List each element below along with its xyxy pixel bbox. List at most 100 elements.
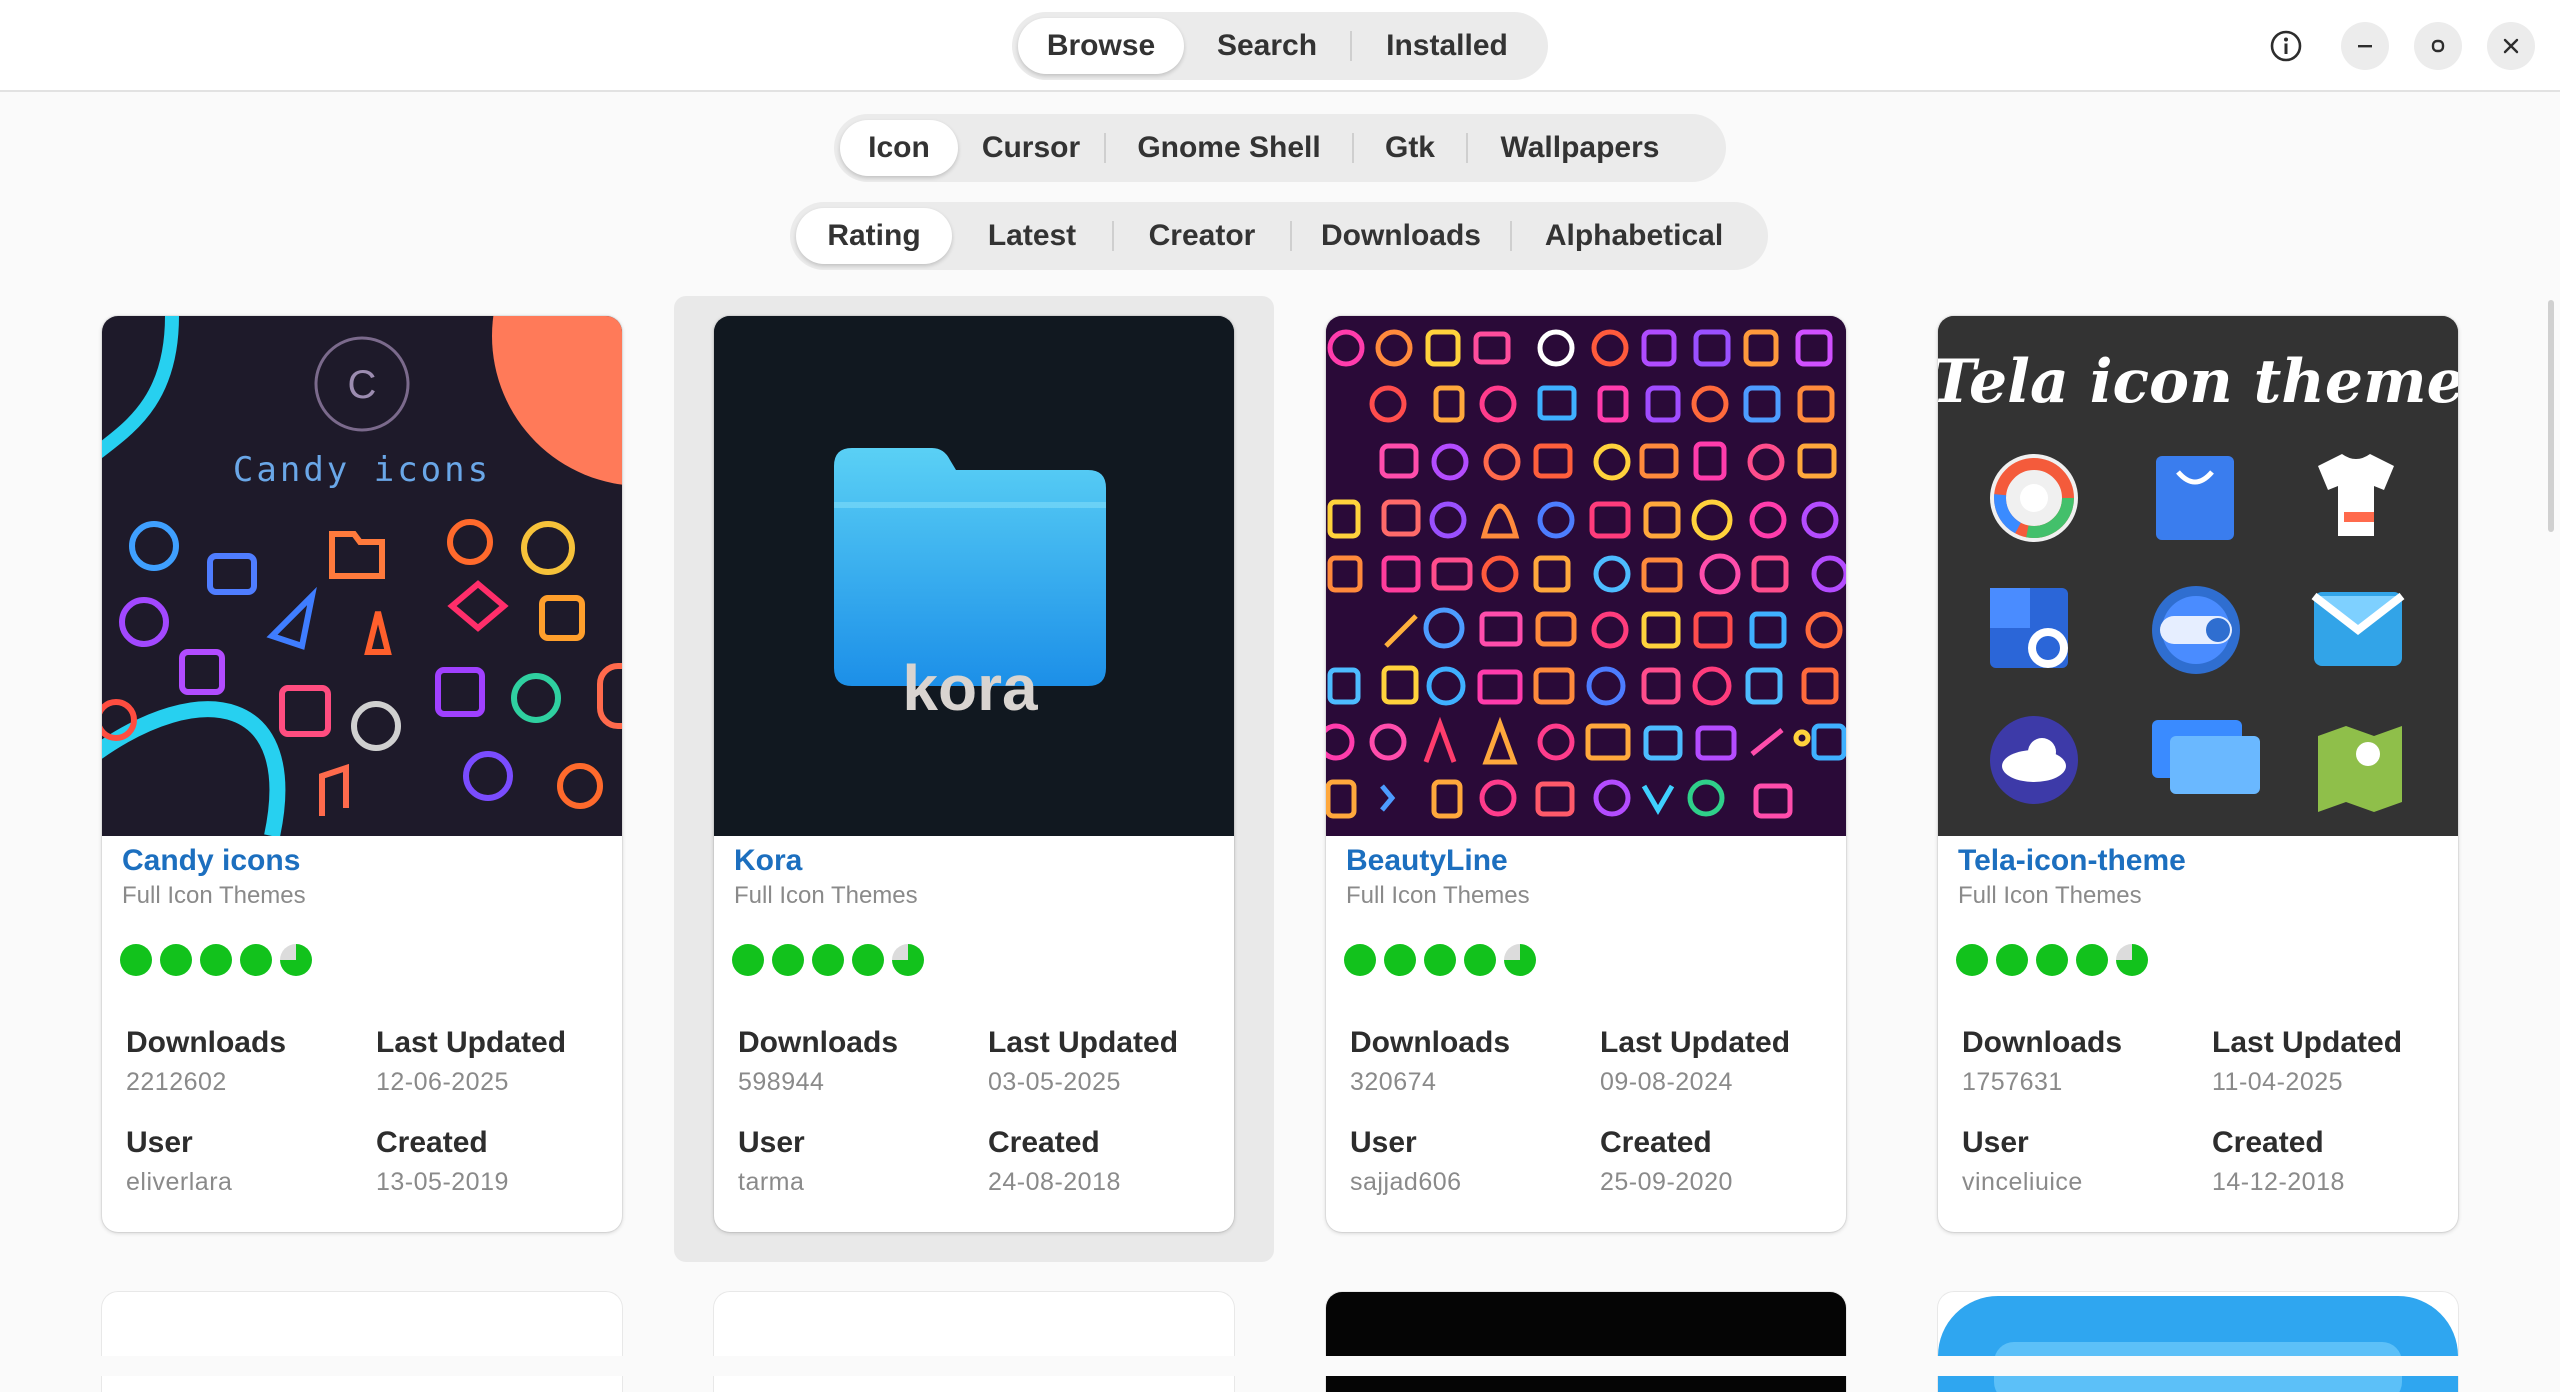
theme-thumbnail: Tela icon theme [1938, 316, 2458, 836]
created-value: 13-05-2019 [376, 1168, 509, 1196]
sort-alphabetical[interactable]: Alphabetical [1512, 208, 1756, 264]
theme-category: Full Icon Themes [122, 882, 306, 909]
created-value: 14-12-2018 [2212, 1168, 2345, 1196]
close-button[interactable] [2487, 22, 2535, 70]
last-updated-label: Last Updated [988, 1026, 1179, 1059]
created-label: Created [988, 1126, 1100, 1159]
theme-card-partial[interactable] [1938, 1292, 2458, 1392]
downloads-label: Downloads [738, 1026, 899, 1059]
category-gnome-shell[interactable]: Gnome Shell [1106, 120, 1352, 176]
downloads-value: 1757631 [1962, 1068, 2063, 1096]
rating-dot-partial [280, 944, 312, 976]
user-label: User [1962, 1126, 2029, 1159]
sort-rating[interactable]: Rating [796, 208, 952, 264]
rating-dot [772, 944, 804, 976]
svg-text:C: C [348, 363, 377, 407]
theme-card-partial[interactable] [102, 1292, 622, 1392]
minimize-icon [2358, 45, 2372, 48]
created-value: 25-09-2020 [1600, 1168, 1733, 1196]
downloads-label: Downloads [126, 1026, 287, 1059]
tab-search[interactable]: Search [1184, 18, 1350, 74]
theme-title[interactable]: Candy icons [122, 844, 300, 878]
theme-card[interactable]: C Candy icons Candy icons Full Icon Them… [102, 316, 622, 1232]
maximize-icon [2431, 39, 2445, 53]
created-value: 24-08-2018 [988, 1168, 1121, 1196]
last-updated-label: Last Updated [376, 1026, 567, 1059]
rating-dot-partial [2116, 944, 2148, 976]
last-updated-label: Last Updated [1600, 1026, 1791, 1059]
svg-text:Candy icons: Candy icons [233, 450, 491, 490]
info-button[interactable] [2262, 22, 2310, 70]
downloads-value: 2212602 [126, 1068, 227, 1096]
downloads-value: 598944 [738, 1068, 825, 1096]
info-icon [2270, 30, 2302, 62]
user-label: User [738, 1126, 805, 1159]
theme-category: Full Icon Themes [1346, 882, 1530, 909]
created-label: Created [376, 1126, 488, 1159]
theme-title[interactable]: Tela-icon-theme [1958, 844, 2186, 878]
sort-latest[interactable]: Latest [952, 208, 1112, 264]
maximize-button[interactable] [2414, 22, 2462, 70]
rating-dot [852, 944, 884, 976]
last-updated-value: 12-06-2025 [376, 1068, 509, 1096]
created-label: Created [1600, 1126, 1712, 1159]
category-wallpapers[interactable]: Wallpapers [1468, 120, 1692, 176]
theme-card[interactable]: Tela icon theme Tela-icon-theme Full Ico… [1938, 316, 2458, 1232]
theme-title[interactable]: BeautyLine [1346, 844, 1508, 878]
tab-browse[interactable]: Browse [1018, 18, 1184, 74]
user-value: vinceliuice [1962, 1168, 2083, 1196]
rating-dot [732, 944, 764, 976]
rating-dot [1424, 944, 1456, 976]
rating-dot [160, 944, 192, 976]
rating-dot [1384, 944, 1416, 976]
rating-dot [2036, 944, 2068, 976]
scrollbar[interactable] [2548, 300, 2554, 532]
header-bar: Browse Search Installed [0, 0, 2560, 92]
rating-indicator [1956, 944, 2148, 976]
sort-downloads[interactable]: Downloads [1292, 208, 1510, 264]
user-label: User [126, 1126, 193, 1159]
sort-creator[interactable]: Creator [1114, 208, 1290, 264]
rating-dot [200, 944, 232, 976]
user-value: tarma [738, 1168, 805, 1196]
downloads-value: 320674 [1350, 1068, 1437, 1096]
close-icon [2503, 38, 2519, 54]
theme-card[interactable]: BeautyLine Full Icon Themes Downloads 32… [1326, 316, 1846, 1232]
rating-dot [1996, 944, 2028, 976]
rating-indicator [732, 944, 924, 976]
rating-dot [1464, 944, 1496, 976]
downloads-label: Downloads [1350, 1026, 1511, 1059]
svg-text:kora: kora [902, 652, 1038, 724]
theme-thumbnail: C Candy icons [102, 316, 622, 836]
rating-indicator [1344, 944, 1536, 976]
category-cursor[interactable]: Cursor [958, 120, 1104, 176]
rating-dot [240, 944, 272, 976]
category-switcher: Icon Cursor Gnome Shell Gtk Wallpapers [834, 114, 1726, 182]
last-updated-label: Last Updated [2212, 1026, 2403, 1059]
theme-card[interactable]: kora Kora Full Icon Themes Downloads 598… [714, 316, 1234, 1232]
minimize-button[interactable] [2341, 22, 2389, 70]
rating-dot [1344, 944, 1376, 976]
theme-category: Full Icon Themes [734, 882, 918, 909]
sort-switcher: Rating Latest Creator Downloads Alphabet… [790, 202, 1768, 270]
bottom-edge [0, 1356, 2560, 1376]
rating-dot [812, 944, 844, 976]
theme-card-partial[interactable] [714, 1292, 1234, 1392]
theme-card-partial[interactable] [1326, 1292, 1846, 1392]
user-value: eliverlara [126, 1168, 233, 1196]
theme-thumbnail [1326, 316, 1846, 836]
theme-title[interactable]: Kora [734, 844, 802, 878]
rating-dot-partial [892, 944, 924, 976]
tab-installed[interactable]: Installed [1352, 18, 1542, 74]
category-icon[interactable]: Icon [840, 120, 958, 176]
theme-category: Full Icon Themes [1958, 882, 2142, 909]
rating-dot [1956, 944, 1988, 976]
user-label: User [1350, 1126, 1417, 1159]
downloads-label: Downloads [1962, 1026, 2123, 1059]
rating-dot [120, 944, 152, 976]
category-gtk[interactable]: Gtk [1354, 120, 1466, 176]
theme-thumbnail: kora [714, 316, 1234, 836]
created-label: Created [2212, 1126, 2324, 1159]
rating-indicator [120, 944, 312, 976]
user-value: sajjad606 [1350, 1168, 1462, 1196]
